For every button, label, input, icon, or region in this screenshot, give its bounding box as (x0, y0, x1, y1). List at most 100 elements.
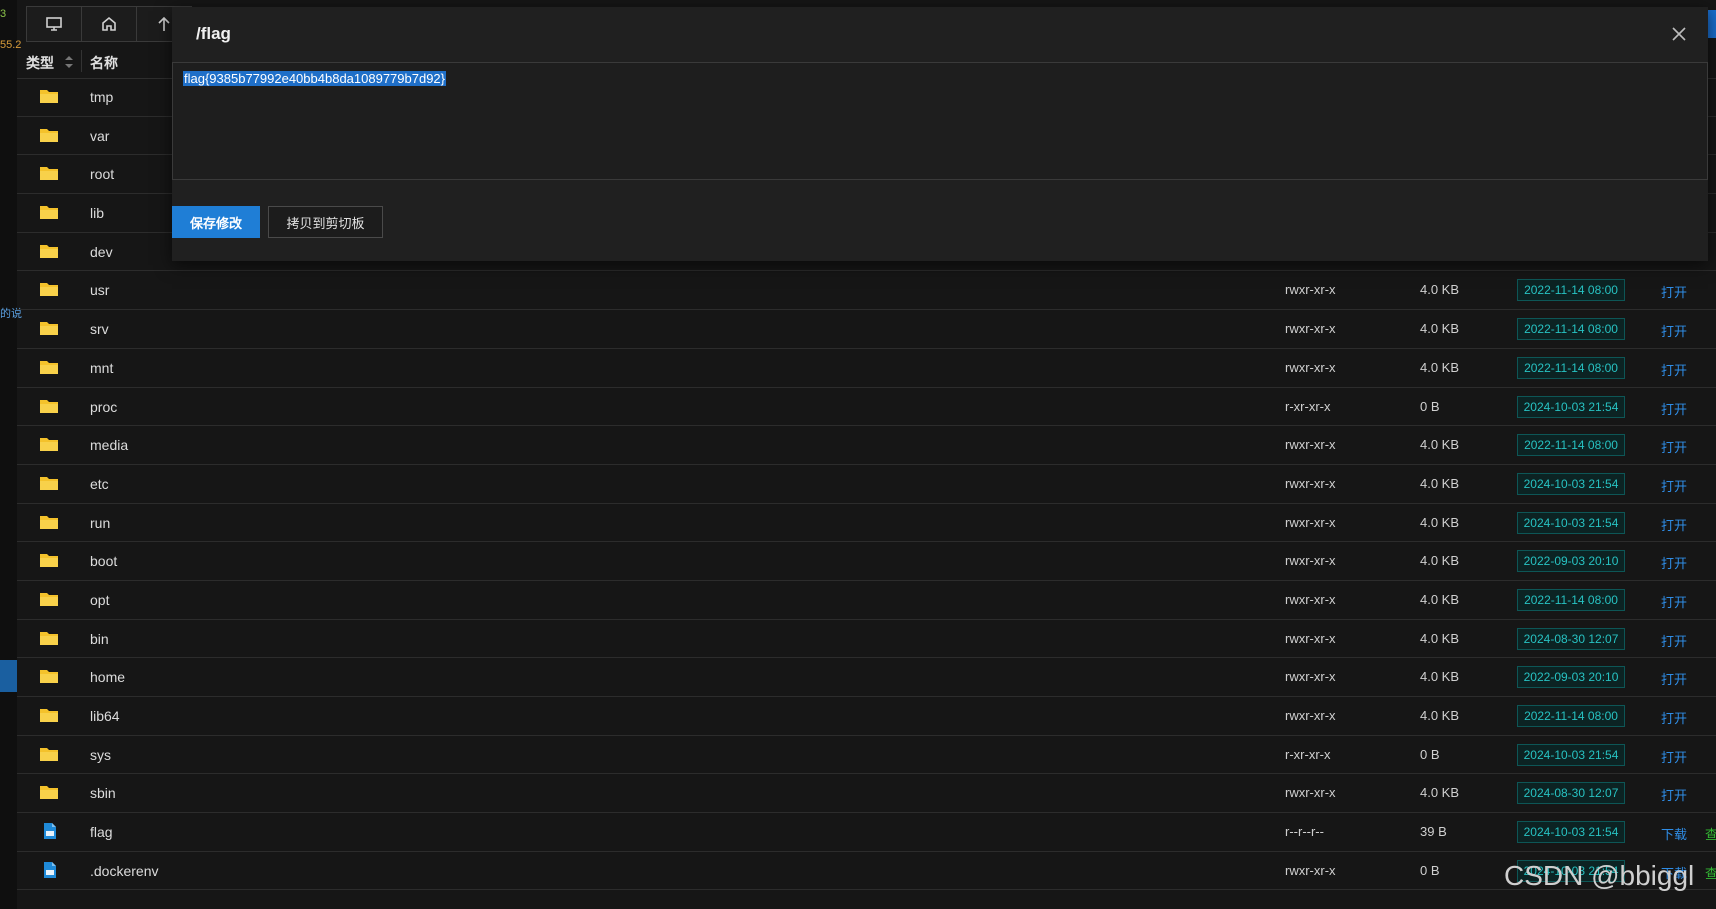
open-link[interactable]: 打开 (1661, 708, 1687, 727)
open-link[interactable]: 打开 (1661, 592, 1687, 611)
folder-icon (40, 399, 58, 413)
table-row[interactable]: lib64 rwxr-xr-x 4.0 KB 2022-11-14 08:00 打开 (17, 697, 1716, 736)
folder-icon (40, 322, 58, 336)
save-button[interactable]: 保存修改 (172, 206, 260, 238)
file-size: 4.0 KB (1420, 359, 1460, 375)
folder-icon (40, 244, 58, 258)
file-permissions: rwxr-xr-x (1285, 437, 1336, 453)
monitor-button[interactable] (26, 6, 82, 42)
file-name[interactable]: sys (90, 747, 111, 763)
file-name[interactable]: flag (90, 824, 113, 840)
file-name[interactable]: root (90, 166, 114, 182)
watermark: CSDN @bbiggl (1504, 860, 1695, 891)
file-name[interactable]: home (90, 669, 125, 685)
table-row[interactable]: sys r-xr-xr-x 0 B 2024-10-03 21:54 打开 (17, 736, 1716, 775)
open-link[interactable]: 打开 (1661, 553, 1687, 572)
file-name[interactable]: dev (90, 244, 113, 260)
column-type-header[interactable]: 类型 (26, 53, 54, 73)
open-link[interactable]: 打开 (1661, 399, 1687, 418)
dialog-title: /flag (196, 24, 231, 43)
open-link[interactable]: 打开 (1661, 360, 1687, 379)
file-modified-date: 2022-09-03 20:10 (1517, 550, 1625, 573)
file-permissions: r-xr-xr-x (1285, 398, 1331, 414)
folder-icon (40, 167, 58, 181)
table-row[interactable]: usr rwxr-xr-x 4.0 KB 2022-11-14 08:00 打开 (17, 271, 1716, 311)
folder-icon (40, 515, 58, 529)
file-permissions: rwxr-xr-x (1285, 553, 1336, 569)
file-modified-date: 2024-10-03 21:54 (1517, 472, 1625, 495)
folder-icon (40, 786, 58, 800)
table-row[interactable]: .dockerenv rwxr-xr-x 0 B 2024-10-03 21:54 下载… (17, 852, 1716, 891)
file-content-editor[interactable]: flag{9385b77992e40bb4b8da1089779b7d92} (172, 62, 1708, 180)
table-row[interactable]: opt rwxr-xr-x 4.0 KB 2022-11-14 08:00 打开 (17, 581, 1716, 620)
table-row[interactable]: bin rwxr-xr-x 4.0 KB 2024-08-30 12:07 打开 (17, 620, 1716, 659)
file-permissions: rwxr-xr-x (1285, 475, 1336, 491)
view-link[interactable]: 查 (1705, 824, 1716, 843)
file-name[interactable]: var (90, 128, 109, 144)
file-size: 4.0 KB (1420, 514, 1460, 530)
file-name[interactable]: bin (90, 631, 109, 647)
open-link[interactable]: 打开 (1661, 476, 1687, 495)
file-name[interactable]: srv (90, 321, 109, 337)
file-size: 4.0 KB (1420, 553, 1460, 569)
file-name[interactable]: sbin (90, 785, 116, 801)
file-name[interactable]: mnt (90, 360, 113, 376)
folder-icon (40, 360, 58, 374)
file-modified-date: 2022-09-03 20:10 (1517, 666, 1625, 689)
file-modified-date: 2024-10-03 21:54 (1517, 821, 1625, 844)
folder-icon (40, 670, 58, 684)
toolbar (26, 6, 192, 42)
table-row[interactable]: mnt rwxr-xr-x 4.0 KB 2022-11-14 08:00 打开 (17, 349, 1716, 388)
file-name[interactable]: .dockerenv (90, 863, 158, 879)
file-modified-date: 2022-11-14 08:00 (1517, 318, 1625, 341)
left-tag-top: 3 (0, 8, 7, 20)
open-link[interactable]: 打开 (1661, 282, 1687, 301)
file-size: 4.0 KB (1420, 630, 1460, 646)
column-name-header[interactable]: 名称 (90, 53, 118, 73)
file-modified-date: 2024-10-03 21:54 (1517, 395, 1625, 418)
view-link[interactable]: 查 (1705, 863, 1716, 882)
file-size: 0 B (1420, 746, 1440, 762)
open-link[interactable]: 打开 (1661, 669, 1687, 688)
open-link[interactable]: 打开 (1661, 747, 1687, 766)
monitor-icon (46, 17, 62, 31)
home-button[interactable] (81, 6, 137, 42)
file-name[interactable]: proc (90, 399, 117, 415)
file-size: 4.0 KB (1420, 591, 1460, 607)
folder-icon (40, 554, 58, 568)
file-name[interactable]: usr (90, 282, 109, 298)
file-name[interactable]: run (90, 515, 110, 531)
table-row[interactable]: flag r--r--r-- 39 B 2024-10-03 21:54 下载查 (17, 813, 1716, 852)
open-link[interactable]: 打开 (1661, 785, 1687, 804)
table-row[interactable]: media rwxr-xr-x 4.0 KB 2022-11-14 08:00 打开 (17, 426, 1716, 465)
close-button[interactable] (1670, 25, 1688, 43)
open-link[interactable]: 打开 (1661, 437, 1687, 456)
copy-to-clipboard-button[interactable]: 拷贝到剪切板 (268, 206, 383, 238)
file-name[interactable]: boot (90, 553, 117, 569)
file-name[interactable]: lib64 (90, 708, 120, 724)
left-sidebar-edge: 3 55.2 的说 (0, 0, 22, 909)
open-link[interactable]: 打开 (1661, 631, 1687, 650)
folder-icon (40, 747, 58, 761)
table-row[interactable]: home rwxr-xr-x 4.0 KB 2022-09-03 20:10 打开 (17, 658, 1716, 697)
table-row[interactable]: sbin rwxr-xr-x 4.0 KB 2024-08-30 12:07 打开 (17, 774, 1716, 814)
file-content-text[interactable]: flag{9385b77992e40bb4b8da1089779b7d92} (183, 71, 447, 86)
file-modified-date: 2022-11-14 08:00 (1517, 279, 1625, 302)
table-row[interactable]: etc rwxr-xr-x 4.0 KB 2024-10-03 21:54 打开 (17, 465, 1716, 504)
file-name[interactable]: etc (90, 476, 109, 492)
file-permissions: rwxr-xr-x (1285, 669, 1336, 685)
open-link[interactable]: 打开 (1661, 321, 1687, 340)
table-row[interactable]: boot rwxr-xr-x 4.0 KB 2022-09-03 20:10 打开 (17, 542, 1716, 581)
folder-icon (40, 709, 58, 722)
open-link[interactable]: 打开 (1661, 515, 1687, 534)
file-name[interactable]: tmp (90, 89, 113, 105)
sort-icon[interactable] (63, 54, 75, 70)
file-name[interactable]: opt (90, 592, 109, 608)
download-link[interactable]: 下载 (1661, 824, 1687, 843)
table-row[interactable]: srv rwxr-xr-x 4.0 KB 2022-11-14 08:00 打开 (17, 310, 1716, 349)
table-row[interactable]: run rwxr-xr-x 4.0 KB 2024-10-03 21:54 打开 (17, 504, 1716, 543)
file-name[interactable]: lib (90, 205, 104, 221)
file-name[interactable]: media (90, 437, 128, 453)
table-row[interactable]: proc r-xr-xr-x 0 B 2024-10-03 21:54 打开 (17, 388, 1716, 427)
file-modified-date: 2024-10-03 21:54 (1517, 511, 1625, 534)
